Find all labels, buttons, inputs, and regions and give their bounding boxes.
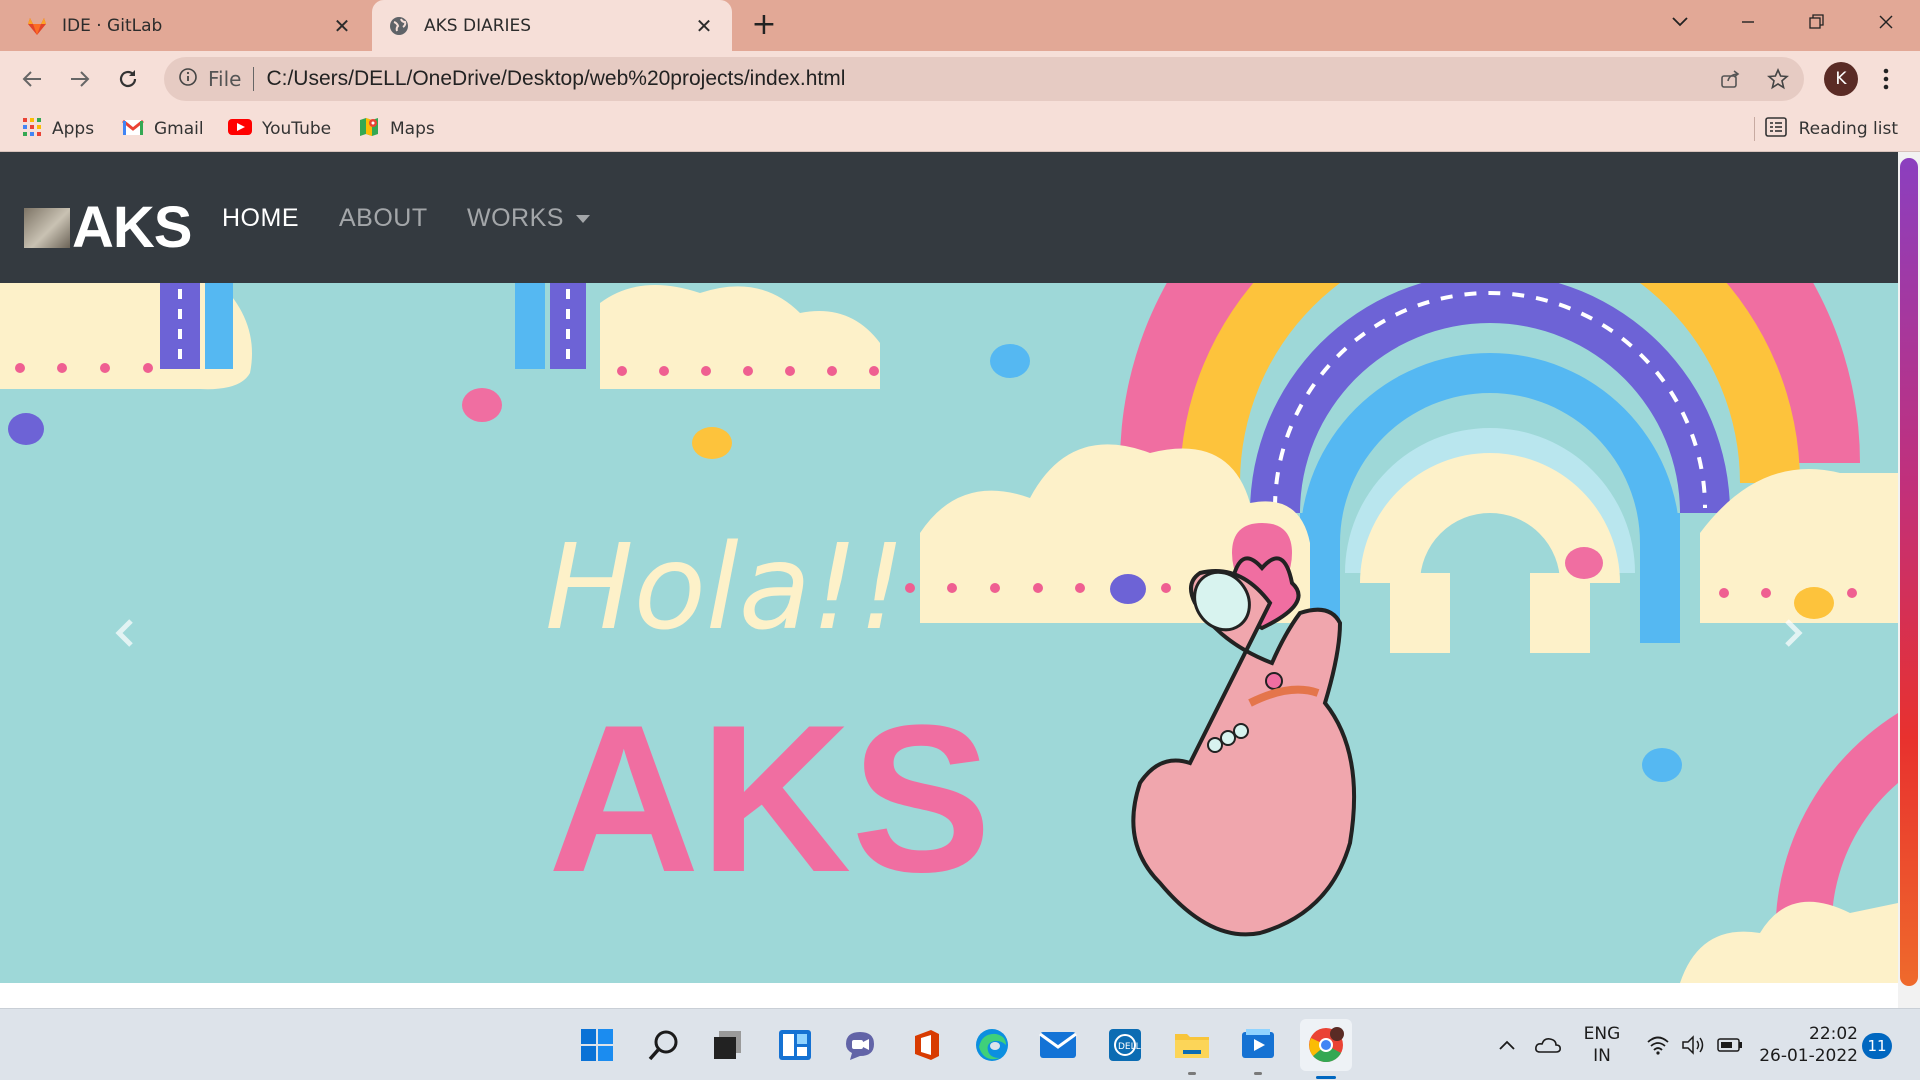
bookmark-label: YouTube	[262, 119, 332, 139]
edge-browser-icon[interactable]	[970, 1023, 1014, 1067]
caret-down-icon	[575, 215, 590, 224]
minimize-button[interactable]	[1720, 0, 1776, 44]
tab-gitlab[interactable]: IDE · GitLab ✕	[10, 0, 370, 51]
gmail-icon	[122, 118, 144, 141]
task-view-icon[interactable]	[706, 1023, 750, 1067]
media-player-icon[interactable]	[1236, 1023, 1280, 1075]
clock-time: 22:02	[1809, 1024, 1858, 1044]
tab-search-icon[interactable]	[1652, 0, 1708, 44]
site-navbar: AKS HOME ABOUT WORKS	[0, 152, 1898, 283]
bookmark-maps[interactable]: Maps	[358, 115, 435, 143]
windows-taskbar: DELL ENG IN 22:02 26-01-2022 11	[0, 1008, 1920, 1080]
region-label: IN	[1593, 1046, 1611, 1066]
reload-button[interactable]	[108, 59, 148, 99]
hero-carousel: Hola!! AKS	[0, 283, 1898, 983]
info-icon[interactable]	[178, 67, 198, 92]
close-icon[interactable]: ✕	[692, 14, 716, 38]
start-windows-icon[interactable]	[575, 1023, 619, 1067]
reading-list-label: Reading list	[1798, 119, 1898, 139]
share-icon[interactable]	[1714, 63, 1746, 95]
volume-icon[interactable]	[1676, 1023, 1712, 1067]
page-scrollbar-thumb[interactable]	[1900, 158, 1918, 986]
hero-greeting: Hola!!	[545, 518, 906, 656]
youtube-icon	[228, 118, 252, 141]
divider	[253, 67, 255, 91]
chrome-taskbar-icon[interactable]	[1300, 1019, 1352, 1079]
running-indicator	[1188, 1072, 1196, 1075]
gitlab-icon	[26, 15, 48, 37]
nav-home[interactable]: HOME	[222, 204, 299, 233]
active-indicator	[1316, 1076, 1336, 1079]
forward-button[interactable]	[60, 59, 100, 99]
office-icon[interactable]	[905, 1023, 949, 1067]
tab-strip: IDE · GitLab ✕ AKS DIARIES ✕ +	[0, 0, 1920, 51]
tab-aks-diaries[interactable]: AKS DIARIES ✕	[372, 0, 732, 51]
search-icon[interactable]	[642, 1023, 686, 1067]
browser-toolbar: File C:/Users/DELL/OneDrive/Desktop/web%…	[0, 51, 1920, 107]
hero-banner-illustration: Hola!! AKS	[0, 283, 1898, 983]
chevron-left-icon	[115, 619, 133, 647]
input-language[interactable]: ENG IN	[1578, 1023, 1626, 1067]
clock-date: 26-01-2022	[1759, 1046, 1858, 1066]
language-label: ENG	[1583, 1024, 1621, 1044]
widgets-icon[interactable]	[773, 1023, 817, 1067]
onedrive-icon[interactable]	[1530, 1023, 1566, 1067]
divider	[1754, 117, 1755, 141]
bookmark-apps[interactable]: Apps	[22, 115, 94, 143]
globe-icon	[388, 15, 410, 37]
brand-text: AKS	[72, 195, 192, 260]
chevron-up-icon[interactable]	[1492, 1023, 1522, 1067]
hero-title: AKS	[548, 681, 991, 916]
dell-app-icon[interactable]: DELL	[1103, 1023, 1147, 1067]
chevron-right-icon	[1785, 619, 1803, 647]
reading-list-icon	[1764, 116, 1787, 142]
nav-works-dropdown[interactable]: WORKS	[467, 204, 590, 233]
address-bar[interactable]: File C:/Users/DELL/OneDrive/Desktop/web%…	[164, 57, 1804, 101]
close-icon[interactable]: ✕	[330, 14, 354, 38]
bookmarks-bar: Apps Gmail YouTube Maps Reading list	[0, 107, 1920, 152]
restore-button[interactable]	[1788, 0, 1844, 44]
teams-chat-icon[interactable]	[838, 1023, 882, 1067]
back-button[interactable]	[12, 59, 52, 99]
bookmark-star-icon[interactable]	[1762, 63, 1794, 95]
close-window-button[interactable]	[1858, 0, 1914, 44]
maps-icon	[358, 116, 380, 143]
url-text[interactable]: C:/Users/DELL/OneDrive/Desktop/web%20pro…	[266, 67, 845, 91]
nav-about[interactable]: ABOUT	[339, 204, 428, 233]
svg-text:DELL: DELL	[1118, 1042, 1141, 1052]
notification-badge[interactable]: 11	[1862, 1033, 1892, 1059]
tab-title: IDE · GitLab	[62, 15, 163, 36]
bookmark-gmail[interactable]: Gmail	[122, 115, 204, 143]
apps-grid-icon	[22, 117, 42, 142]
nav-works-label: WORKS	[467, 204, 564, 232]
site-brand[interactable]: AKS	[24, 194, 192, 261]
bookmark-label: Maps	[390, 119, 435, 139]
carousel-next-button[interactable]	[1733, 583, 1853, 683]
profile-avatar[interactable]: K	[1824, 62, 1858, 96]
reading-list-button[interactable]: Reading list	[1764, 115, 1898, 143]
bookmark-label: Gmail	[154, 119, 204, 139]
battery-icon[interactable]	[1712, 1023, 1748, 1067]
bookmark-youtube[interactable]: YouTube	[228, 115, 331, 143]
file-explorer-icon[interactable]	[1170, 1023, 1214, 1075]
web-page: AKS HOME ABOUT WORKS Hola!! AKS	[0, 152, 1920, 1008]
clock[interactable]: 22:02 26-01-2022	[1758, 1023, 1858, 1067]
wifi-icon[interactable]	[1640, 1023, 1676, 1067]
scheme-label: File	[208, 67, 242, 91]
new-tab-button[interactable]: +	[748, 10, 780, 42]
bookmark-label: Apps	[52, 119, 95, 139]
tab-title: AKS DIARIES	[424, 15, 532, 36]
running-indicator	[1254, 1072, 1262, 1075]
menu-icon[interactable]	[1872, 61, 1900, 97]
carousel-prev-button[interactable]	[65, 583, 185, 683]
brand-logo-image	[24, 207, 70, 248]
mail-icon[interactable]	[1036, 1023, 1080, 1067]
